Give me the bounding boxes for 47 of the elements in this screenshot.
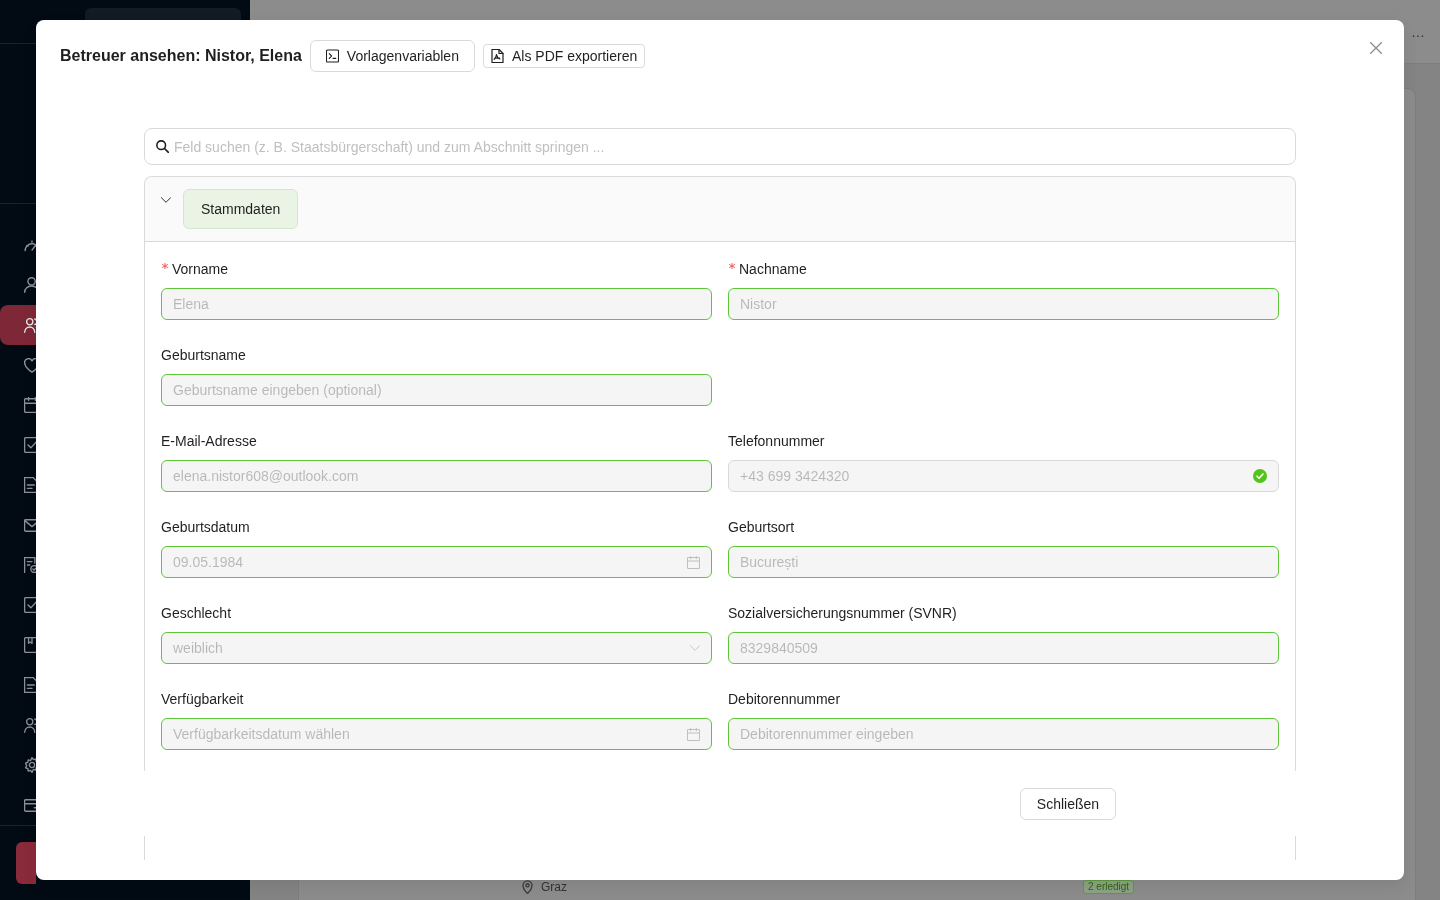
caret-icon <box>690 645 700 651</box>
field-label: Verfügbarkeit <box>161 690 244 709</box>
terminal-icon <box>325 49 339 63</box>
mail-icon <box>24 518 36 532</box>
checkbox-icon <box>24 597 36 613</box>
close-icon <box>1370 42 1382 54</box>
document-icon <box>24 477 36 493</box>
heart-icon <box>24 357 36 373</box>
settings-icon <box>24 757 36 773</box>
people-icon <box>24 717 36 733</box>
field-label: Geburtsdatum <box>161 518 250 537</box>
field-label: E-Mail-Adresse <box>161 432 257 451</box>
person-icon <box>24 277 36 293</box>
people-icon <box>24 317 36 333</box>
sidebar-item[interactable] <box>0 305 36 345</box>
template-variables-button[interactable]: Vorlagenvariablen <box>309 40 475 72</box>
field-label: Vorname <box>172 260 229 279</box>
dialog-title: Betreuer ansehen: Nistor, Elena <box>60 47 302 65</box>
card-icon <box>24 798 36 812</box>
book-icon <box>24 637 36 653</box>
close-dialog-button[interactable]: Schließen <box>1020 788 1116 820</box>
header-text: … <box>1411 23 1425 40</box>
location-text: Graz <box>541 880 567 894</box>
calendar-icon <box>24 397 36 413</box>
search-icon <box>156 140 169 153</box>
field-label: Geburtsort <box>728 518 795 537</box>
document-icon <box>24 677 36 693</box>
gauge-icon <box>24 238 36 252</box>
checkbox-icon <box>24 437 36 453</box>
search-field[interactable]: Feld suchen (z. B. Staatsbürgerschaft) und zum Abschnitt springen ... <box>144 128 1296 165</box>
field-label: Geschlecht <box>161 604 232 623</box>
calendar-icon <box>687 727 700 741</box>
section-title: Stammdaten <box>183 189 299 229</box>
field-label: Telefonnummer <box>728 432 825 451</box>
close-button[interactable] <box>1368 40 1384 56</box>
chevron-down-icon[interactable] <box>161 197 171 203</box>
location-pin-icon <box>522 880 533 894</box>
pdf-export-button[interactable]: Als PDF exportieren <box>482 44 646 68</box>
field-label: Nachname <box>739 260 807 279</box>
document-check-icon <box>24 557 36 573</box>
pdf-file-icon <box>490 49 504 63</box>
sidebar-toggle-button[interactable] <box>85 8 241 20</box>
field-label: Sozialversicherungsnummer (SVNR) <box>728 604 957 623</box>
status-badge: 2 erledigt <box>1083 880 1135 894</box>
calendar-icon <box>687 555 700 569</box>
field-label: Debitorennummer <box>728 690 841 709</box>
field-label: Geburtsname <box>161 346 246 365</box>
